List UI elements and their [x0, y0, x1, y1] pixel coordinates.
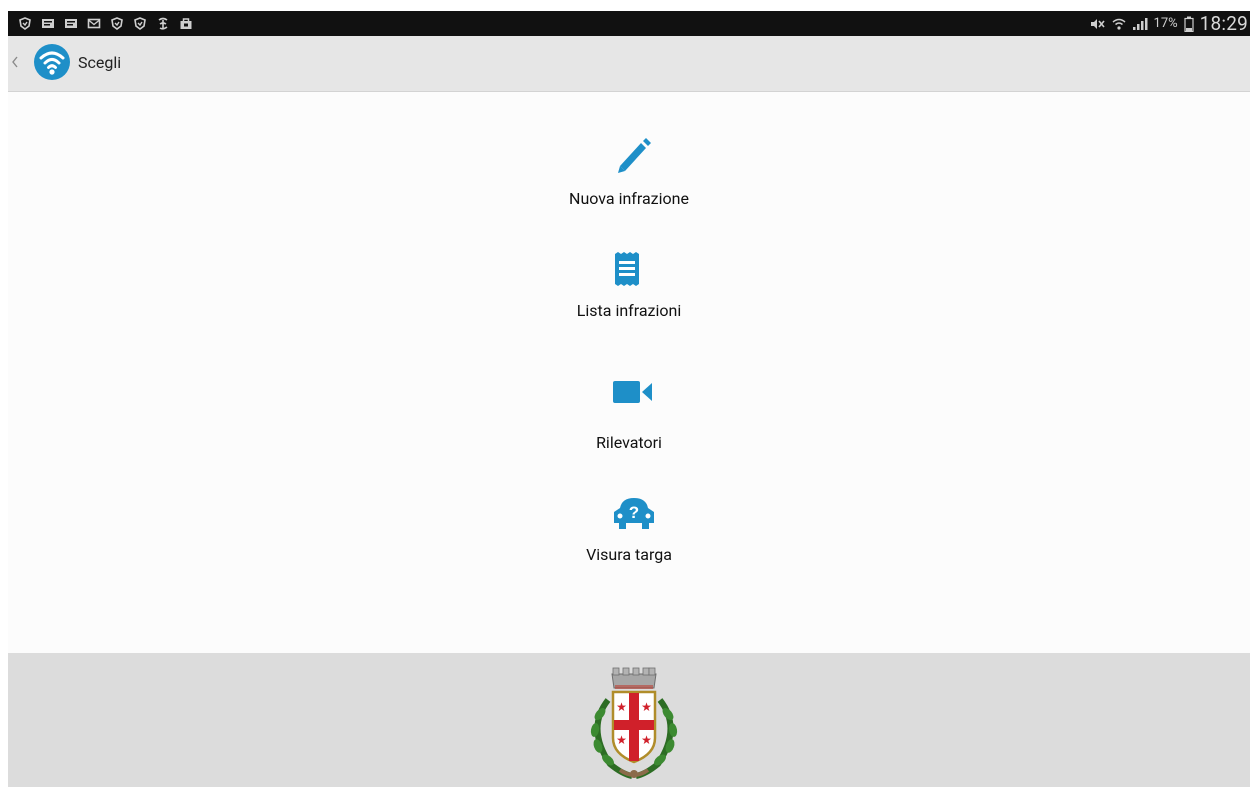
clock: 18:29	[1199, 12, 1248, 35]
battery-percent: 17%	[1153, 16, 1178, 31]
menu-item-nuova-infrazione[interactable]: Nuova infrazione	[8, 128, 1250, 208]
list-document-icon	[615, 252, 639, 286]
action-bar: Scegli	[8, 36, 1250, 92]
system-status: 17% 18:29	[1090, 11, 1248, 36]
back-chevron-icon[interactable]	[11, 55, 19, 69]
menu-item-label: Lista infrazioni	[576, 301, 682, 320]
wifi-icon	[1112, 18, 1126, 30]
screen-title: Scegli	[78, 53, 122, 72]
svg-text:★: ★	[616, 700, 627, 714]
message-icon	[42, 19, 54, 28]
battery-icon	[1184, 16, 1194, 32]
video-camera-icon	[613, 381, 652, 403]
svg-text:?: ?	[629, 503, 639, 522]
menu-item-label: Rilevatori	[596, 433, 662, 452]
pencil-icon	[618, 138, 651, 173]
antivirus-icon	[111, 17, 123, 30]
notification-icons	[18, 13, 193, 34]
main-menu: Nuova infrazione Lista infrazioni Rileva…	[8, 92, 1250, 653]
mute-icon	[1090, 18, 1105, 29]
store-icon	[180, 18, 192, 29]
wifi-app-icon[interactable]	[33, 43, 71, 81]
menu-item-label: Nuova infrazione	[569, 189, 689, 208]
car-question-icon: ?	[614, 498, 654, 529]
status-bar: 17% 18:29	[8, 11, 1250, 36]
menu-item-lista-infrazioni[interactable]: Lista infrazioni	[8, 248, 1250, 328]
antivirus-icon	[134, 17, 146, 30]
menu-item-visura-targa[interactable]: ? Visura targa	[8, 490, 1250, 570]
coat-of-arms-logo: ★ ★ ★ ★	[590, 667, 678, 779]
svg-text:★: ★	[641, 733, 652, 747]
nytimes-icon	[158, 17, 168, 30]
menu-item-label: Visura targa	[586, 545, 672, 564]
footer: ★ ★ ★ ★	[8, 653, 1250, 787]
message-icon	[65, 19, 77, 28]
antivirus-icon	[19, 17, 31, 30]
signal-icon	[1132, 17, 1148, 30]
menu-item-rilevatori[interactable]: Rilevatori	[8, 374, 1250, 454]
svg-text:★: ★	[641, 700, 652, 714]
email-icon	[87, 18, 101, 29]
svg-text:★: ★	[616, 733, 627, 747]
